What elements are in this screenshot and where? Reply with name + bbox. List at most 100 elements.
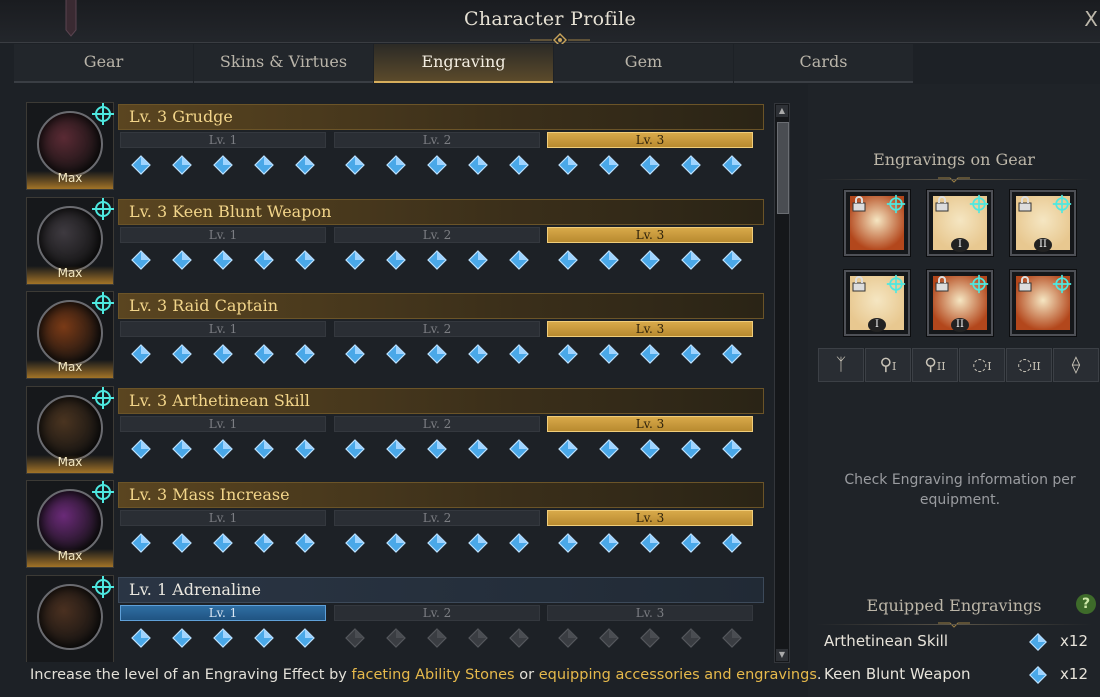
slot-roman-numeral: II [1034,238,1052,252]
level-label: Lv. 2 [334,132,540,148]
node-diamond-icon [344,249,365,270]
tab-skins-virtues[interactable]: Skins & Virtues [194,44,373,83]
level-label: Lv. 1 [120,132,326,148]
max-badge: Max [27,265,113,284]
gear-slot[interactable] [1010,270,1076,336]
tab-engraving[interactable]: Engraving [374,44,553,83]
node-diamond-icon [598,438,619,459]
node-diamond-icon [681,627,702,648]
necklace-filter-icon[interactable]: ᛉ [818,348,864,382]
node-diamond-icon [171,438,192,459]
engraving-row[interactable]: Max Lv. 3 Keen Blunt Weapon Lv. 1 Lv. 2 Lv. … [24,195,764,285]
level-box: Lv. 1 [120,132,326,186]
node-diamond-icon [557,155,578,175]
node-diamond-icon [722,533,743,553]
equipping-link[interactable]: equipping accessories and engravings [539,667,817,683]
node-diamond-icon [468,155,489,175]
engraving-row[interactable]: Max Lv. 3 Arthetinean Skill Lv. 1 Lv. 2 Lv. … [24,384,764,474]
node-diamond-icon [130,438,151,459]
node-diamond-icon [557,627,578,648]
earring-filter-icon[interactable]: ⚲I [865,348,911,382]
filter-glyph: ⚲ [924,355,937,375]
faceting-link[interactable]: faceting Ability Stones [352,667,515,683]
filter-glyph: ◌ [972,355,988,375]
node-diamond-icon [130,627,151,648]
filter-glyph: ⟠ [1071,355,1081,375]
mass-increase-icon: Max [26,480,114,568]
ring-filter-icon[interactable]: ◌I [959,348,1005,382]
level-label: Lv. 3 [547,132,753,148]
gear-slot[interactable] [844,190,910,256]
close-button[interactable]: X [1084,7,1098,31]
lock-icon [935,276,949,292]
filter-roman-numeral: II [936,360,946,373]
ring-filter-icon[interactable]: ◌II [1006,348,1052,382]
node-diamond-icon [213,533,233,553]
gear-slot[interactable]: I [844,270,910,336]
node-row [547,243,753,271]
node-diamond-icon [385,155,406,175]
level-box: Lv. 1 [120,321,326,375]
level-label: Lv. 1 [120,321,326,337]
tab-gem[interactable]: Gem [554,44,733,83]
scroll-up-icon[interactable]: ▲ [776,105,788,117]
engraving-row[interactable]: Max Lv. 3 Mass Increase Lv. 1 Lv. 2 Lv. 3 [24,478,764,568]
node-diamond-icon [344,344,365,364]
help-button[interactable]: ? [1076,594,1096,614]
lock-icon [852,196,866,212]
engraving-row[interactable]: Max Lv. 3 Grudge Lv. 1 Lv. 2 Lv. 3 [24,100,764,190]
node-diamond-icon [213,627,233,648]
level-box: Lv. 3 [547,604,753,659]
equipped-engraving-name: Arthetinean Skill [824,632,949,650]
node-diamond-icon [681,438,702,459]
node-row [120,337,326,365]
scroll-down-icon[interactable]: ▼ [776,649,788,661]
node-diamond-icon [468,344,489,364]
node-diamond-icon [598,249,619,270]
level-box: Lv. 3 [547,132,753,186]
node-diamond-icon [640,155,660,175]
list-scrollbar[interactable]: ▲ ▼ [774,103,790,663]
node-diamond-icon [1029,633,1047,651]
node-row [334,526,540,554]
node-diamond-icon [295,249,316,270]
equipped-engravings-title: Equipped Engravings [866,596,1042,615]
node-diamond-icon [171,155,192,175]
node-diamond-icon [722,438,743,459]
keen-blunt-weapon-icon: Max [26,196,114,285]
engraving-row[interactable]: Max Lv. 3 Raid Captain Lv. 1 Lv. 2 Lv. 3 [24,289,764,379]
node-diamond-icon [598,344,619,364]
ability-stone-filter-icon[interactable]: ⟠ [1053,348,1099,382]
footer-text: or [514,667,539,683]
gear-slot[interactable]: II [927,270,993,336]
node-diamond-icon [598,533,619,553]
engraving-mark-icon [92,386,114,409]
node-diamond-icon [557,438,578,459]
level-box: Lv. 2 [334,321,540,375]
node-diamond-icon [468,627,489,648]
node-row [120,432,326,460]
level-label: Lv. 3 [547,415,753,432]
tab-cards[interactable]: Cards [734,44,913,83]
node-diamond-icon [254,155,275,175]
filter-glyph: ⚲ [879,355,893,375]
gear-slot[interactable]: I [927,190,993,256]
node-diamond-icon [681,533,702,553]
node-diamond-icon [385,627,406,648]
engraving-row[interactable]: Lv. 1 Adrenaline Lv. 1 Lv. 2 Lv. 3 [24,573,764,662]
node-diamond-icon [427,533,447,553]
node-diamond-icon [344,438,365,459]
tab-gear[interactable]: Gear [14,44,193,83]
equipped-engraving-name: Keen Blunt Weapon [824,665,971,683]
engraving-name: Lv. 3 Grudge [118,104,764,130]
earring-filter-icon[interactable]: ⚲II [912,348,958,382]
gear-slot[interactable]: II [1010,190,1076,256]
level-box: Lv. 1 [120,604,326,659]
equipped-engraving-row: Keen Blunt Weapon x12 [824,663,1094,687]
node-diamond-icon [427,344,447,364]
node-diamond-icon [557,533,578,553]
node-diamond-icon [344,533,365,553]
level-label: Lv. 3 [547,604,753,621]
node-diamond-icon [598,627,619,648]
scroll-thumb[interactable] [777,122,789,214]
